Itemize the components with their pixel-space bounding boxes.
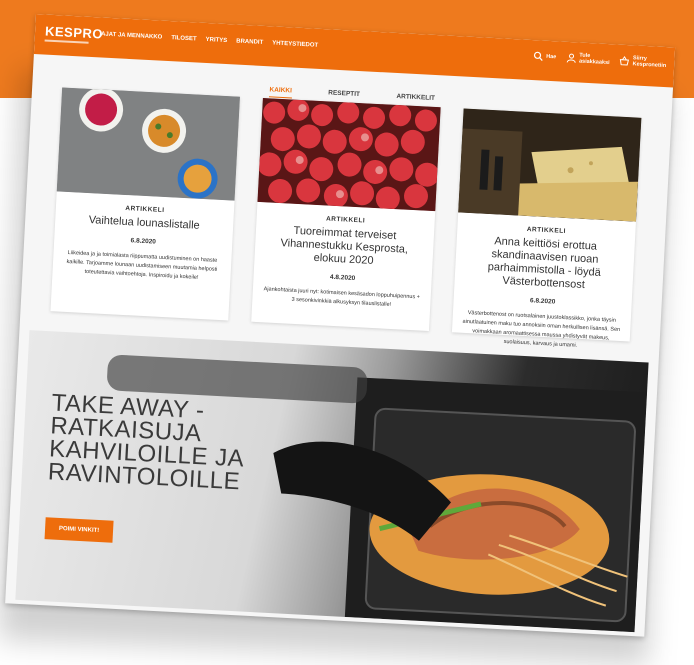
tab-kaikki[interactable]: KAIKKI: [269, 86, 293, 99]
card-date: 6.8.2020: [130, 237, 157, 246]
webpage-screenshot: KESPRO AJAT JA MENNAKKO TILOSET YRITYS B…: [5, 14, 676, 637]
nav-item[interactable]: AJAT JA MENNAKKO: [101, 31, 163, 40]
tab-reseptit[interactable]: RESEPTIT: [328, 89, 360, 101]
kespro-logo[interactable]: KESPRO: [45, 24, 104, 42]
take-away-hero-banner: TAKE AWAY - RATKAISUJA KAHVILOILLE JA RA…: [15, 330, 649, 633]
search-link[interactable]: Hae: [533, 51, 557, 62]
card-description: Liikeidea ja ja toimialasta riippumatta …: [66, 249, 218, 281]
nav-item[interactable]: BRANDIT: [236, 39, 263, 46]
soup-bowls-image: [56, 87, 240, 201]
user-icon: [566, 53, 576, 63]
nav-item[interactable]: YRITYS: [205, 37, 227, 44]
nav-item[interactable]: YHTEYSTIEDOT: [272, 40, 318, 48]
card-date: 4.8.2020: [329, 273, 356, 283]
main-nav: AJAT JA MENNAKKO TILOSET YRITYS BRANDIT …: [101, 31, 318, 48]
hero-title: TAKE AWAY - RATKAISUJA KAHVILOILLE JA RA…: [47, 389, 301, 496]
article-card[interactable]: ARTIKKELI Tuoreimmat terveiset Vihannest…: [251, 97, 441, 331]
search-label: Hae: [545, 53, 557, 61]
tab-artikkelit[interactable]: ARTIKKELIT: [396, 93, 435, 105]
apples-image: [257, 97, 441, 212]
article-card[interactable]: ARTIKKELI Anna keittiösi erottua skandin…: [451, 108, 642, 349]
article-card[interactable]: ARTIKKELI Vaihtelua lounaslistalle 6.8.2…: [50, 87, 240, 321]
poimi-vinkit-button[interactable]: POIMI VINKIT!: [44, 517, 114, 543]
kespronet-link[interactable]: Siirry Kespronetiin: [619, 55, 666, 69]
kespronet-line2: Kespronetiin: [632, 61, 667, 70]
utility-links: Hae Tule asiakkaaksi Siirry Kespronetiin: [533, 50, 667, 69]
card-description: Västerbottenost on ruotsalainen juustokl…: [462, 310, 621, 349]
card-description: Ajankohtaista juuri nyt: kotimaisen kesä…: [263, 286, 421, 308]
cheese-image: [458, 108, 642, 222]
become-customer-line2: asiakkaaksi: [578, 58, 610, 67]
card-title[interactable]: Anna keittiösi erottua skandinaavisen ru…: [462, 234, 626, 294]
kespronet-label: Siirry Kespronetiin: [632, 55, 666, 69]
card-title[interactable]: Tuoreimmat terveiset Vihannestukku Kespr…: [262, 223, 426, 270]
nav-item[interactable]: TILOSET: [171, 35, 197, 42]
become-customer-label: Tule asiakkaaksi: [579, 52, 610, 66]
search-icon: [533, 51, 543, 61]
basket-icon: [620, 55, 630, 66]
become-customer-link[interactable]: Tule asiakkaaksi: [566, 52, 610, 66]
card-date: 6.8.2020: [529, 297, 556, 306]
